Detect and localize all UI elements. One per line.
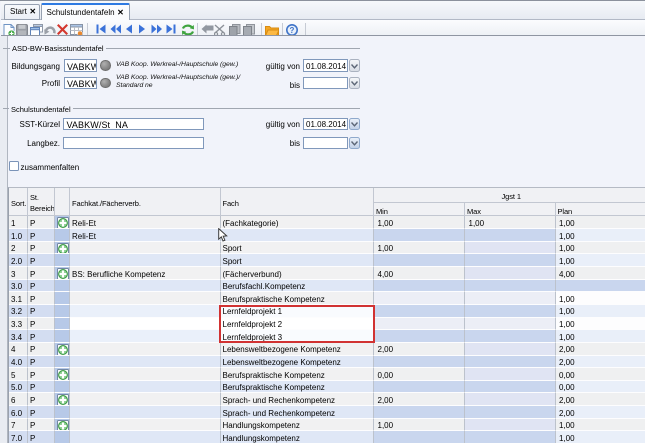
svg-text:?: ? <box>289 25 294 34</box>
